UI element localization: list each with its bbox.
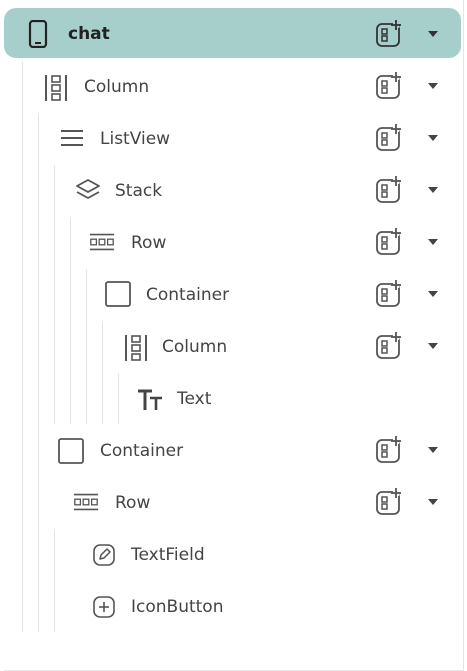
container-icon [57,437,85,465]
add-widget-icon[interactable] [373,434,405,466]
tree-item-row[interactable]: Row [0,478,467,530]
add-widget-icon[interactable] [373,486,405,518]
chevron-down-icon[interactable] [427,132,439,144]
add-widget-icon[interactable] [373,278,405,310]
column-icon [42,74,70,102]
tree-item-textfield[interactable]: TextField [0,530,467,582]
chevron-down-icon[interactable] [427,236,439,248]
tree-item-label: Stack [115,181,163,201]
chevron-down-icon[interactable] [427,80,439,92]
tree-item-label: chat [68,24,110,44]
chevron-down-icon[interactable] [427,288,439,300]
tree-item-label: Text [177,389,212,409]
chevron-down-icon[interactable] [427,496,439,508]
phone-icon [24,20,52,48]
tree-item-label: IconButton [131,597,224,617]
tree-item-label: Row [115,493,151,513]
list-icon [58,124,86,152]
tree-item-column[interactable]: Column [0,322,467,374]
tree-item-text[interactable]: Text [0,374,467,426]
tree-item-label: Column [84,77,150,97]
tree-item-row[interactable]: Row [0,218,467,270]
tree-item-iconbutton[interactable]: IconButton [0,582,467,634]
add-widget-icon[interactable] [373,122,405,154]
add-widget-icon[interactable] [373,226,405,258]
tree-item-label: TextField [131,545,205,565]
add-widget-icon[interactable] [373,70,405,102]
edit-icon [90,541,118,569]
tree-item-stack[interactable]: Stack [0,166,467,218]
row-icon [88,228,116,256]
container-icon [104,280,132,308]
tree-item-label: Column [162,337,228,357]
widget-tree: chat Column ListView Stack Row Container… [0,0,467,670]
tree-item-column[interactable]: Column [0,62,467,114]
add-widget-icon[interactable] [373,18,405,50]
tree-item-container[interactable]: Container [0,270,467,322]
tree-item-container[interactable]: Container [0,426,467,478]
chevron-down-icon[interactable] [427,444,439,456]
plus-box-icon [90,593,118,621]
row-icon [72,488,100,516]
stack-icon [74,176,102,204]
tree-item-label: Container [100,441,184,461]
chevron-down-icon[interactable] [427,28,439,40]
tree-item-label: ListView [100,129,171,149]
tree-item-label: Container [146,285,230,305]
add-widget-icon[interactable] [373,174,405,206]
column-icon [122,334,150,362]
tree-item-label: Row [131,233,167,253]
add-widget-icon[interactable] [373,330,405,362]
tree-item-chat[interactable]: chat [0,0,467,58]
text-icon [136,386,164,414]
chevron-down-icon[interactable] [427,184,439,196]
chevron-down-icon[interactable] [427,340,439,352]
tree-item-listview[interactable]: ListView [0,114,467,166]
